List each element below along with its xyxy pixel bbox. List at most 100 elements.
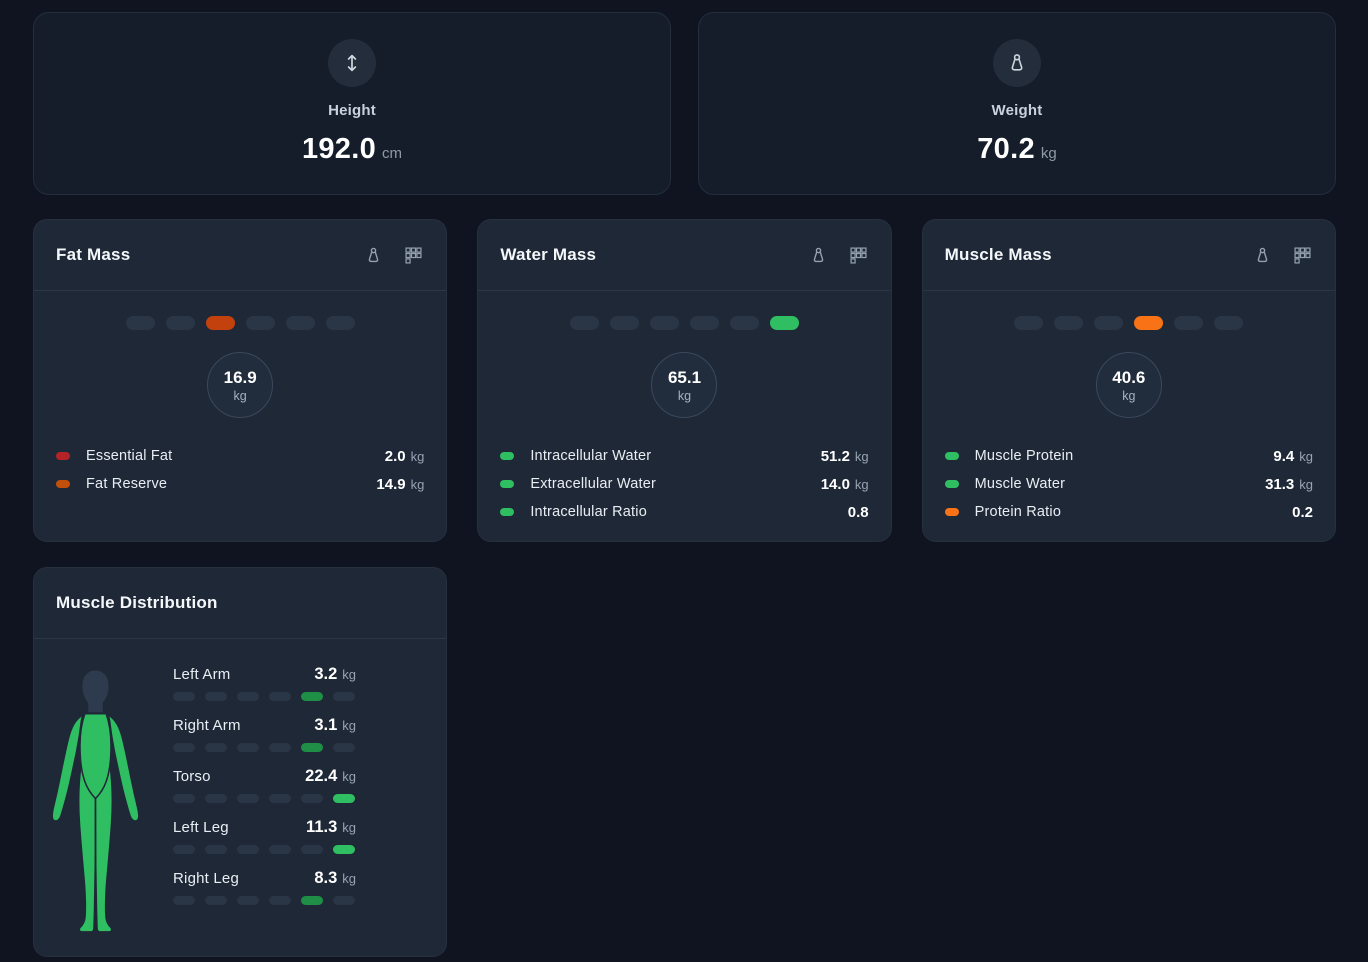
metric-row: Intracellular Water 51.2 kg: [500, 442, 868, 470]
segment-pill: [237, 692, 259, 701]
fat-mass-header-icons: [363, 245, 424, 266]
segment-pill: [205, 896, 227, 905]
segment-pill: [237, 794, 259, 803]
muscle-mass-title: Muscle Mass: [945, 245, 1052, 265]
segment-level-bar: [173, 743, 356, 752]
percent-grid-toggle-button[interactable]: [403, 245, 424, 266]
segment-pill-active: [301, 692, 323, 701]
row-label: Fat Reserve: [86, 476, 167, 492]
kettlebell-icon: [1005, 51, 1029, 75]
distribution-row: Torso22.4kg: [173, 767, 356, 803]
segment-pill: [269, 845, 291, 854]
row-label: Extracellular Water: [530, 476, 656, 492]
row-value: 31.3: [1265, 476, 1294, 493]
segment-pill: [269, 896, 291, 905]
weight-unit-toggle-button[interactable]: [1252, 245, 1273, 266]
height-label: Height: [328, 102, 376, 119]
muscle-distribution-card: Muscle Distribution Left: [33, 567, 447, 957]
weight-unit-toggle-button[interactable]: [808, 245, 829, 266]
segment-pill: [126, 316, 155, 330]
height-unit: cm: [382, 145, 402, 162]
weight-value-group: 70.2 kg: [977, 133, 1057, 166]
segment-value: 11.3: [306, 818, 337, 837]
row-unit: kg: [1299, 477, 1313, 492]
row-unit: kg: [411, 449, 425, 464]
fat-level-segments: [126, 316, 355, 330]
body-silhouette-icon: [47, 665, 144, 937]
metric-row: Muscle Water 31.3 kg: [945, 470, 1313, 498]
legend-dot: [945, 452, 959, 460]
segment-level-bar: [173, 692, 356, 701]
muscle-mass-rows: Muscle Protein9.4kg Muscle Water 31.3 kg Pro…: [923, 442, 1335, 526]
percent-grid-toggle-button[interactable]: [848, 245, 869, 266]
percent-grid-toggle-button[interactable]: [1292, 245, 1313, 266]
legend-dot: [56, 480, 70, 488]
muscle-distribution-list: Left Arm3.2kgRight Arm3.1kgTorso22.4kgLe…: [173, 665, 356, 956]
row-label: Essential Fat: [86, 448, 172, 464]
water-level-segments: [570, 316, 799, 330]
muscle-total-unit: kg: [1122, 389, 1135, 403]
summary-row: Height 192.0 cm Weight 70.2 kg: [33, 12, 1336, 195]
legend-dot: [56, 452, 70, 460]
segment-label: Right Leg: [173, 870, 239, 887]
percent-grid-icon: [848, 245, 869, 266]
segment-pill: [269, 692, 291, 701]
segment-pill: [173, 794, 195, 803]
muscle-distribution-title: Muscle Distribution: [56, 593, 218, 613]
percent-grid-icon: [403, 245, 424, 266]
muscle-total-circle: 40.6 kg: [1096, 352, 1162, 418]
segment-pill: [237, 896, 259, 905]
legend-dot: [500, 452, 514, 460]
row-unit: kg: [855, 449, 869, 464]
muscle-total-value: 40.6: [1112, 368, 1145, 388]
segment-pill: [1054, 316, 1083, 330]
segment-pill: [730, 316, 759, 330]
row-label: Muscle Water: [975, 476, 1066, 492]
segment-pill: [570, 316, 599, 330]
segment-value: 3.2: [314, 665, 337, 684]
water-total-value: 65.1: [668, 368, 701, 388]
legend-dot: [945, 508, 959, 516]
height-value-group: 192.0 cm: [302, 133, 402, 166]
metric-row: Protein Ratio0.2: [945, 498, 1313, 526]
segment-unit: kg: [342, 769, 356, 784]
height-icon-circle: [328, 39, 376, 87]
segment-pill: [205, 692, 227, 701]
row-value: 51.2: [821, 448, 850, 465]
muscle-mass-header-icons: [1252, 245, 1313, 266]
segment-pill: [173, 743, 195, 752]
water-mass-title: Water Mass: [500, 245, 596, 265]
height-arrows-icon: [340, 51, 364, 75]
metric-row: Fat Reserve14.9kg: [56, 470, 424, 498]
segment-pill: [333, 743, 355, 752]
segment-pill-active: [206, 316, 235, 330]
row-unit: kg: [411, 477, 425, 492]
distribution-row: Muscle Distribution Left: [33, 567, 1336, 957]
segment-label: Right Arm: [173, 717, 241, 734]
row-unit: kg: [1299, 449, 1313, 464]
segment-pill: [269, 794, 291, 803]
segment-pill: [1174, 316, 1203, 330]
row-label: Intracellular Water: [530, 448, 651, 464]
kettlebell-icon: [808, 245, 829, 266]
fat-mass-header: Fat Mass: [34, 220, 446, 291]
segment-pill: [269, 743, 291, 752]
metric-row: Muscle Protein9.4kg: [945, 442, 1313, 470]
segment-pill: [610, 316, 639, 330]
segment-pill: [1014, 316, 1043, 330]
segment-pill: [650, 316, 679, 330]
fat-mass-title: Fat Mass: [56, 245, 130, 265]
distribution-row-line: Right Arm3.1kg: [173, 716, 356, 735]
segment-pill: [173, 692, 195, 701]
weight-icon-circle: [993, 39, 1041, 87]
metric-cards-row: Fat Mass 16.9 kg Essential Fat2.0kgFat R…: [33, 219, 1336, 542]
muscle-distribution-header: Muscle Distribution: [34, 568, 446, 639]
metric-row: Essential Fat2.0kg: [56, 442, 424, 470]
row-value: 0.2: [1292, 504, 1313, 521]
segment-pill: [205, 845, 227, 854]
weight-unit-toggle-button[interactable]: [363, 245, 384, 266]
fat-mass-card: Fat Mass 16.9 kg Essential Fat2.0kgFat R…: [33, 219, 447, 542]
segment-unit: kg: [342, 820, 356, 835]
segment-level-bar: [173, 794, 356, 803]
segment-label: Torso: [173, 768, 211, 785]
